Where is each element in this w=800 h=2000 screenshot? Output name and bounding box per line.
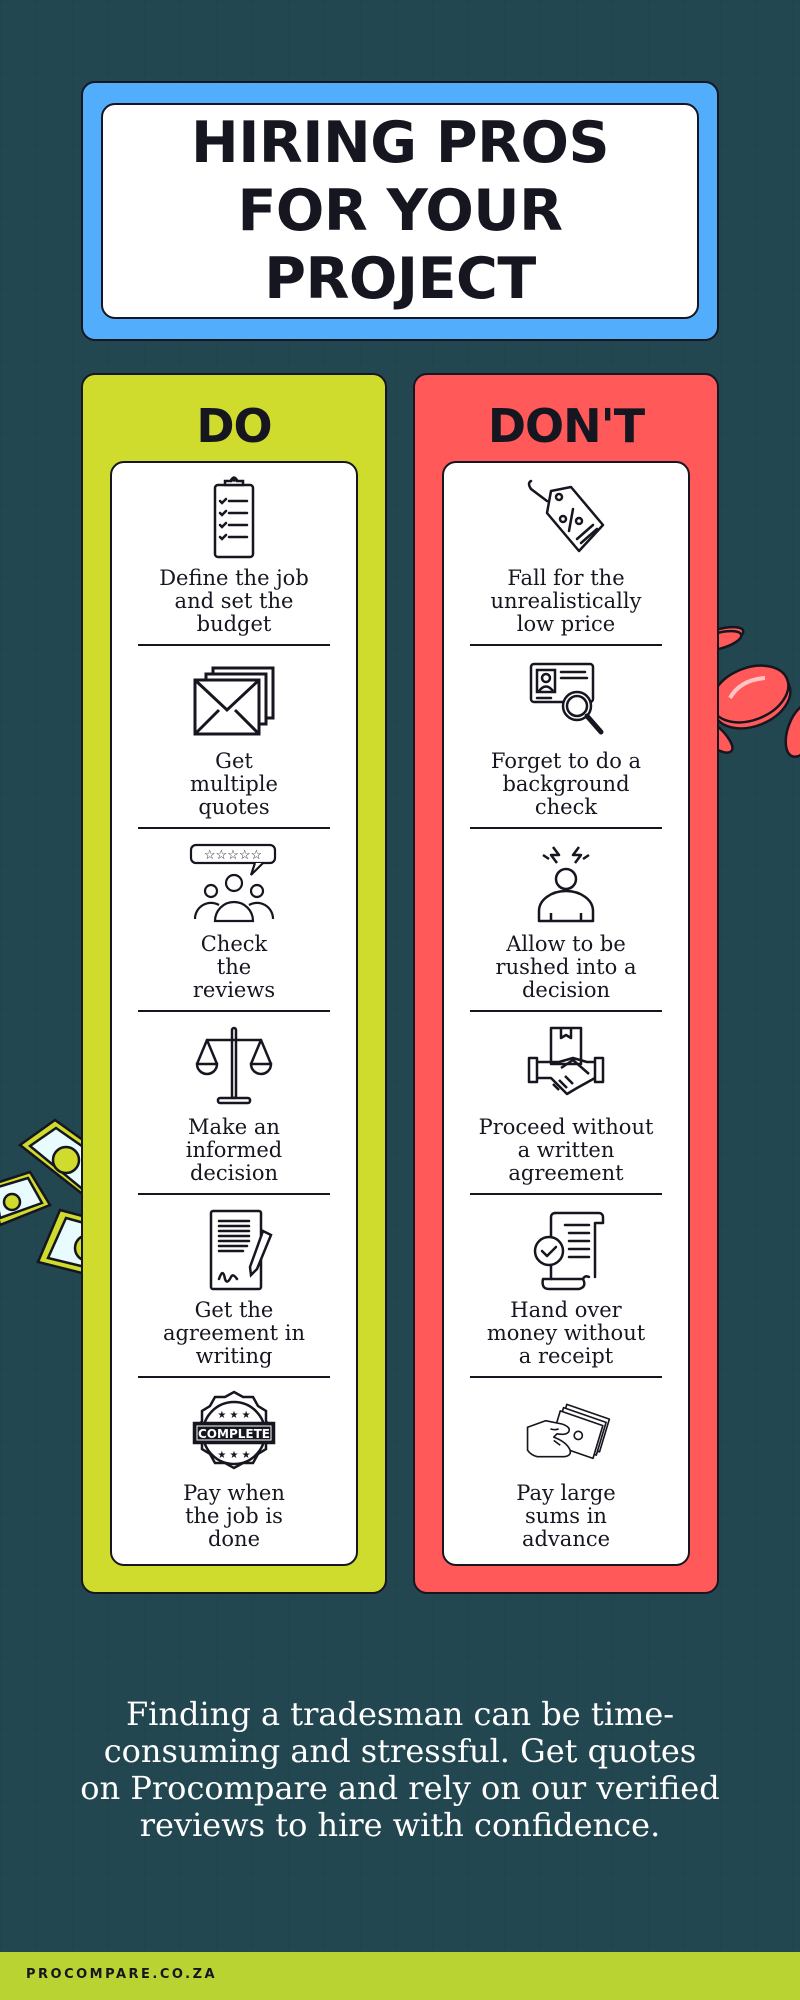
do-item-label: Define the job and set the budget	[159, 566, 309, 636]
dont-item-label: Proceed without a written agreement	[478, 1115, 654, 1185]
dont-item: Allow to be rushed into a decision	[444, 829, 688, 1012]
do-item-label: Get multiple quotes	[190, 749, 278, 819]
do-item: Define the job and set the budget	[112, 463, 356, 646]
do-item: Make an informed decision	[112, 1012, 356, 1195]
complete-badge-icon: COMPLETE ★ ★ ★ ★ ★ ★	[189, 1390, 279, 1476]
page-title: HIRING PROS FOR YOUR PROJECT	[190, 110, 610, 312]
dont-column: DON'T Fall for the unrealistically low p…	[413, 373, 719, 1594]
title-panel: HIRING PROS FOR YOUR PROJECT	[101, 103, 699, 319]
envelopes-icon	[189, 658, 279, 744]
discount-price-tag-icon	[521, 475, 611, 561]
do-item: COMPLETE ★ ★ ★ ★ ★ ★ Pay when the job is…	[112, 1378, 356, 1561]
do-item: Get the agreement in writing	[112, 1195, 356, 1378]
dont-item-label: Fall for the unrealistically low price	[490, 566, 642, 636]
dont-item: Fall for the unrealistically low price	[444, 463, 688, 646]
clipboard-checklist-icon	[189, 475, 279, 561]
do-item: Get multiple quotes	[112, 646, 356, 829]
dont-item: Proceed without a written agreement	[444, 1012, 688, 1195]
dont-item-label: Hand over money without a receipt	[486, 1298, 646, 1368]
receipt-check-icon	[521, 1207, 611, 1293]
dont-item: Pay large sums in advance	[444, 1378, 688, 1561]
id-card-magnifier-icon	[521, 658, 611, 744]
do-item-label: Get the agreement in writing	[162, 1298, 306, 1368]
do-item-label: Check the reviews	[192, 932, 276, 1002]
complete-badge-text: COMPLETE	[198, 1427, 270, 1441]
stressed-person-icon	[521, 841, 611, 927]
dont-item-label: Forget to do a background check	[490, 749, 642, 819]
brand-link[interactable]: PROCOMPARE.CO.ZA	[26, 1967, 217, 1982]
dont-item: Hand over money without a receipt	[444, 1195, 688, 1378]
balance-scale-icon	[189, 1024, 279, 1110]
title-banner: HIRING PROS FOR YOUR PROJECT	[81, 81, 719, 341]
do-item: ☆☆☆☆☆ Check the reviews	[112, 829, 356, 1012]
do-item-label: Pay when the job is done	[183, 1481, 285, 1551]
footer-message: Finding a tradesman can be time- consumi…	[80, 1695, 720, 1844]
hand-cash-icon	[521, 1390, 611, 1476]
handshake-box-icon	[521, 1024, 611, 1110]
banknote-icon	[0, 1170, 52, 1227]
footer-bar: PROCOMPARE.CO.ZA	[0, 1952, 800, 2000]
svg-text:☆☆☆☆☆: ☆☆☆☆☆	[204, 848, 262, 863]
signed-document-pen-icon	[189, 1207, 279, 1293]
dont-item-label: Pay large sums in advance	[516, 1481, 616, 1551]
dont-item: Forget to do a background check	[444, 646, 688, 829]
dont-heading: DON'T	[487, 399, 645, 453]
do-column: DO Define the job and set the budget Get…	[81, 373, 387, 1594]
do-card: Define the job and set the budget Get mu…	[110, 461, 358, 1566]
dont-card: Fall for the unrealistically low price F…	[442, 461, 690, 1566]
star-review-people-icon: ☆☆☆☆☆	[189, 841, 279, 927]
svg-text:★ ★ ★: ★ ★ ★	[217, 1450, 250, 1461]
do-item-label: Make an informed decision	[185, 1115, 283, 1185]
svg-text:★ ★ ★: ★ ★ ★	[217, 1410, 250, 1421]
do-heading: DO	[196, 399, 272, 453]
dont-item-label: Allow to be rushed into a decision	[495, 932, 637, 1002]
